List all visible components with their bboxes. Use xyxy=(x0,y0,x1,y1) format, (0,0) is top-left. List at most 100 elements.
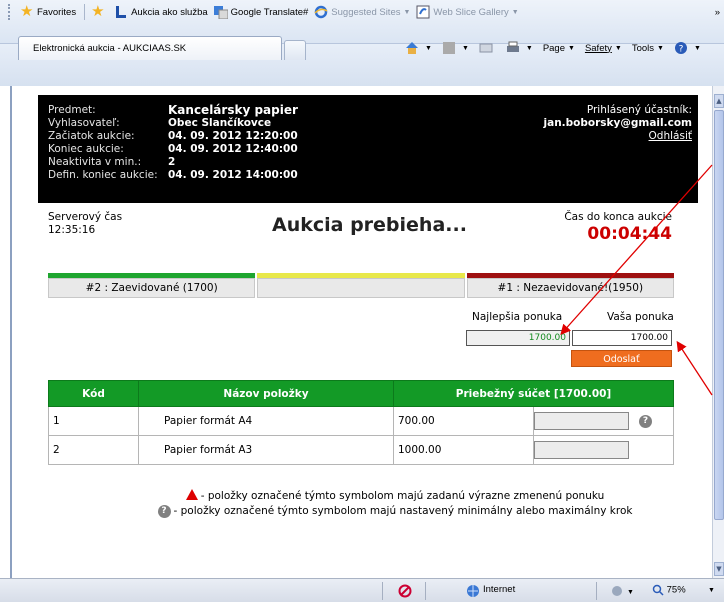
tools-menu[interactable]: Tools ▼ xyxy=(632,43,664,54)
zoom-icon xyxy=(652,584,664,596)
new-tab-button[interactable] xyxy=(284,40,306,60)
add-favorite-button[interactable]: ★ xyxy=(91,3,108,20)
logout-link[interactable]: Odhlásiť xyxy=(544,130,692,143)
tab-active[interactable]: Elektronická aukcia - AUKCIAAS.SK xyxy=(18,36,282,60)
rank-row: #2 : Zaevidované (1700) #1 : Nezaevidova… xyxy=(48,278,674,298)
vertical-scrollbar[interactable]: ▲ ▼ xyxy=(712,86,724,578)
add-favorite-icon: ★ xyxy=(91,3,105,20)
chevron-down-icon: ▼ xyxy=(511,8,519,16)
items-table: Kód Názov položky Priebežný súčet [1700.… xyxy=(48,380,674,465)
label-inactivity: Neaktivita v min.: xyxy=(48,156,142,168)
chevron-down-icon: ▼ xyxy=(693,44,701,52)
chevron-down-icon: ▼ xyxy=(708,587,715,594)
table-header-row: Kód Názov položky Priebežný súčet [1700.… xyxy=(48,380,674,407)
feed-icon xyxy=(442,42,455,54)
favorites-star-icon: ★ xyxy=(20,3,34,20)
status-separator xyxy=(596,582,597,600)
header-sum: Priebežný súčet [1700.00] xyxy=(393,380,674,407)
value-announcer: Obec Slančíkovce xyxy=(168,117,272,129)
legend-warning: - položky označené týmto symbolom majú z… xyxy=(90,489,700,504)
chevron-down-icon: ▼ xyxy=(614,44,622,52)
favorites-row: ★ Favorites ★ Aukcia ako služba Google T… xyxy=(0,0,724,24)
scroll-down-arrow[interactable]: ▼ xyxy=(714,562,724,576)
value-end: 04. 09. 2012 12:40:00 xyxy=(168,143,298,155)
label-start: Začiatok aukcie: xyxy=(48,130,135,142)
blocked-icon xyxy=(398,584,412,598)
item-offer-input[interactable] xyxy=(534,412,629,430)
row-code: 2 xyxy=(48,435,139,465)
fav-link-suggested-sites[interactable]: Suggested Sites ▼ xyxy=(314,5,410,19)
home-button[interactable]: ▼ xyxy=(405,41,432,55)
toolbar-grip xyxy=(8,4,14,20)
zoom-button[interactable]: 75% xyxy=(652,584,686,596)
header-code: Kód xyxy=(48,380,139,407)
page-menu[interactable]: Page ▼ xyxy=(543,43,575,54)
header-name: Názov položky xyxy=(138,380,394,407)
label-announcer: Vyhlasovateľ: xyxy=(48,117,120,129)
send-button[interactable]: Odoslať xyxy=(571,350,672,367)
status-separator xyxy=(382,582,383,600)
value-start: 04. 09. 2012 12:20:00 xyxy=(168,130,298,142)
web-slice-icon xyxy=(416,5,430,19)
label-final-end: Defin. koniec aukcie: xyxy=(48,169,158,181)
svg-text:?: ? xyxy=(679,45,684,55)
fav-link-google-translate[interactable]: Google Translate# xyxy=(213,5,308,19)
home-icon xyxy=(406,42,418,54)
row-input-cell xyxy=(533,435,674,465)
countdown-label: Čas do konca aukcie xyxy=(564,211,672,223)
help-button[interactable]: ? ▼ xyxy=(674,41,701,55)
zone-label: Internet xyxy=(483,584,516,595)
row-value: 700.00 xyxy=(393,406,534,436)
favorites-button[interactable]: ★ Favorites xyxy=(20,3,76,20)
status-separator xyxy=(425,582,426,600)
value-final-end: 04. 09. 2012 14:00:00 xyxy=(168,169,298,181)
value-subject: Kancelársky papier xyxy=(168,103,298,117)
your-offer-field[interactable]: 1700.00 xyxy=(572,330,672,346)
globe-icon xyxy=(467,585,479,597)
value-inactivity: 2 xyxy=(168,156,176,168)
ie-logo-icon xyxy=(314,5,328,19)
status-bar: Internet ▼ 75% ▼ xyxy=(0,578,724,602)
translate-icon xyxy=(213,6,228,19)
safety-menu[interactable]: Safety ▼ xyxy=(585,43,622,54)
fav-link-web-slice[interactable]: Web Slice Gallery ▼ xyxy=(416,5,519,19)
label-end: Koniec aukcie: xyxy=(48,143,124,155)
row-name: Papier formát A3 xyxy=(138,435,394,465)
security-icon xyxy=(612,586,622,596)
scroll-thumb[interactable] xyxy=(714,110,724,520)
legend-step: ? - položky označené týmto symbolom majú … xyxy=(90,504,700,519)
printer-icon xyxy=(506,41,519,52)
participant-email: jan.boborsky@gmail.com xyxy=(543,117,692,129)
toolbar-overflow-button[interactable]: » xyxy=(715,7,720,18)
info-values: Kancelársky papier Obec Slančíkovce 04. … xyxy=(168,104,298,182)
chevron-down-icon: ▼ xyxy=(425,44,432,52)
chevron-down-icon: ▼ xyxy=(568,44,575,52)
rank-left: #2 : Zaevidované (1700) xyxy=(48,278,256,298)
print-button[interactable]: ▼ xyxy=(506,41,533,55)
server-time-label: Serverový čas xyxy=(48,211,123,223)
chevron-down-icon: ▼ xyxy=(657,44,664,52)
mail-button[interactable] xyxy=(479,41,496,55)
auction-status: Aukcia prebieha... xyxy=(272,214,467,236)
table-row: 2 Papier formát A3 1000.00 xyxy=(48,435,674,465)
info-labels: Predmet: Vyhlasovateľ: Začiatok aukcie: … xyxy=(48,104,158,182)
your-offer-label: Vaša ponuka xyxy=(607,311,674,323)
auction-info-header: Predmet: Vyhlasovateľ: Začiatok aukcie: … xyxy=(38,95,698,203)
server-time: Serverový čas 12:35:16 xyxy=(48,211,122,237)
countdown-value: 00:04:44 xyxy=(587,224,672,244)
rank-middle xyxy=(257,278,465,298)
server-time-value: 12:35:16 xyxy=(48,224,96,236)
row-code: 1 xyxy=(48,406,139,436)
help-icon: ? xyxy=(674,42,687,55)
scroll-up-arrow[interactable]: ▲ xyxy=(714,94,724,108)
chevron-down-icon: ▼ xyxy=(525,44,533,52)
protected-mode-button[interactable]: ▼ xyxy=(610,584,634,598)
mail-icon xyxy=(479,43,493,53)
feeds-button[interactable]: ▼ xyxy=(442,41,469,55)
zoom-dropdown[interactable]: ▼ xyxy=(705,584,715,595)
label-subject: Predmet: xyxy=(48,104,96,116)
item-offer-input[interactable] xyxy=(534,441,629,459)
fav-link-aukcia[interactable]: Aukcia ako služba xyxy=(114,5,208,19)
chevron-down-icon: ▼ xyxy=(627,588,634,596)
participant-info: Prihlásený účastník: jan.boborsky@gmail.… xyxy=(544,104,692,143)
